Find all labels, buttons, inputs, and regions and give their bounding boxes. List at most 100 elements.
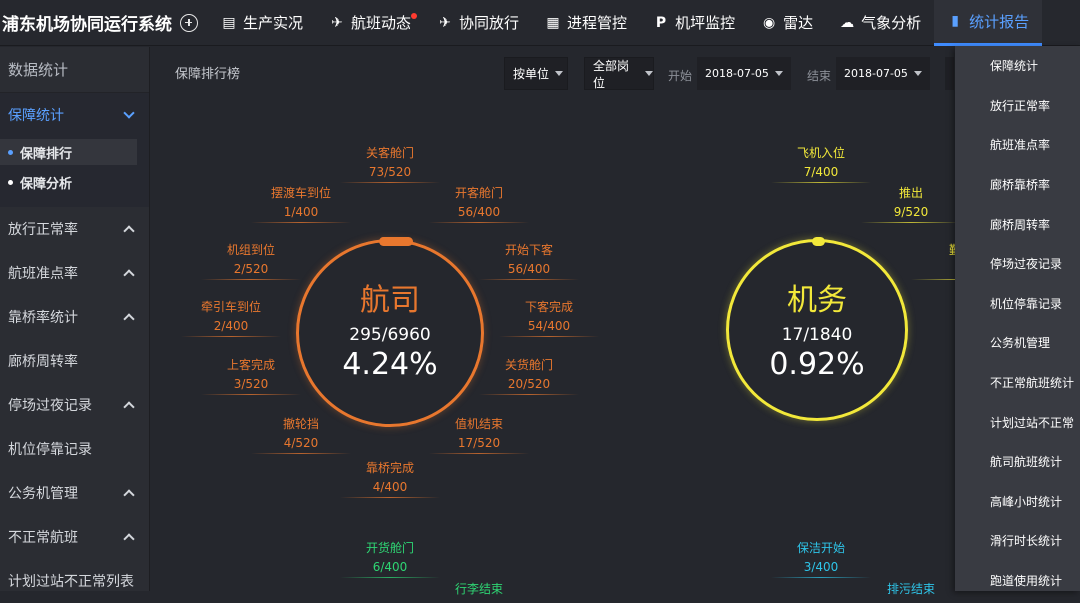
start-date-value: 2018-07-05: [705, 67, 769, 80]
menu-item[interactable]: 放行正常率: [955, 86, 1080, 126]
nav-label: 航班动态: [351, 14, 412, 32]
sidebar-item-label: 停场过夜记录: [8, 398, 92, 414]
menu-item[interactable]: 机位停靠记录: [955, 284, 1080, 324]
sidebar-item-release-rate[interactable]: 放行正常率: [0, 207, 149, 251]
menu-item[interactable]: 航班准点率: [955, 125, 1080, 165]
plane-icon: ✈: [331, 14, 343, 31]
nav-label: 气象分析: [861, 14, 922, 32]
item-name: 关货舱门: [504, 358, 553, 372]
item-name: 行李结束: [454, 582, 503, 596]
airline-item: 靠桥完成 4/400: [340, 460, 440, 498]
item-name: 摆渡车到位: [270, 186, 331, 200]
sidebar-item-label: 公务机管理: [8, 486, 78, 502]
nav-label: 生产实况: [243, 14, 304, 32]
nav-progress-control[interactable]: ▦ 进程管控: [532, 0, 640, 46]
item-underline: [771, 182, 871, 183]
sidebar-item-bridge-rate[interactable]: 靠桥率统计: [0, 295, 149, 339]
item-underline: [201, 279, 301, 280]
menu-item[interactable]: 廊桥周转率: [955, 204, 1080, 244]
add-icon[interactable]: [180, 13, 198, 32]
end-label: 结束: [807, 69, 832, 83]
sidebar-item-label: 靠桥率统计: [8, 310, 78, 326]
sidebar-item-overnight[interactable]: 停场过夜记录: [0, 383, 149, 427]
item-underline: [181, 336, 281, 337]
maintenance-item: 推出 9/520: [861, 185, 961, 223]
nav-collab-release[interactable]: ✈ 协同放行: [424, 0, 532, 46]
sidebar-item-business-jet[interactable]: 公务机管理: [0, 471, 149, 515]
airline-item: 牵引车到位 2/400: [181, 299, 281, 337]
item-name: 值机结束: [454, 417, 503, 431]
statistics-dropdown-menu: 保障统计 放行正常率 航班准点率 廊桥靠桥率 廊桥周转率 停场过夜记录 机位停靠…: [955, 46, 1080, 591]
extra-button[interactable]: [945, 57, 954, 90]
item-name: 牵引车到位: [200, 300, 261, 314]
airline-item: 开客舱门 56/400: [429, 185, 529, 223]
sidebar-item-guarantee-stats[interactable]: 保障统计: [0, 93, 149, 137]
unit-select-value: 按单位: [513, 67, 550, 81]
airline-item: 机组到位 2/520: [201, 242, 301, 280]
sidebar-subitem-label: 保障分析: [20, 176, 73, 192]
sidebar-item-bridge-turnover[interactable]: 廊桥周转率: [0, 339, 149, 383]
sidebar-item-stand-records[interactable]: 机位停靠记录: [0, 427, 149, 471]
nav-radar[interactable]: ◉ 雷达: [748, 0, 826, 46]
item-name: 开客舱门: [454, 186, 503, 200]
maintenance-count: 17/1840: [781, 325, 853, 345]
bullet-icon: [8, 179, 13, 185]
item-name: 撤轮挡: [282, 417, 319, 431]
menu-item[interactable]: 滑行时长统计: [955, 521, 1080, 561]
nav-production[interactable]: ▤ 生产实况: [208, 0, 316, 46]
menu-item[interactable]: 计划过站不正常: [955, 402, 1080, 442]
menu-item[interactable]: 公务机管理: [955, 323, 1080, 363]
chevron-down-icon: [123, 107, 135, 119]
item-value: 4/400: [372, 480, 408, 494]
item-underline: [499, 336, 599, 337]
chevron-up-icon: [123, 489, 135, 501]
item-name: 开始下客: [504, 243, 553, 257]
menu-item[interactable]: 跑道使用统计: [955, 561, 1080, 591]
end-date-picker[interactable]: 2018-07-05: [836, 57, 930, 90]
main-nav: ▤ 生产实况 ✈ 航班动态 ✈ 协同放行 ▦ 进程管控 P 机坪监控 ◉ 雷达 ☁ 气象分析 …: [208, 0, 1043, 46]
post-select[interactable]: 全部岗位: [584, 57, 654, 90]
bar-chart-icon: ▮: [951, 13, 959, 29]
nav-flight-dynamics[interactable]: ✈ 航班动态: [316, 0, 424, 46]
sidebar-subitem-ranking[interactable]: 保障排行: [0, 139, 137, 165]
maintenance-percent: 0.92%: [769, 347, 865, 382]
sidebar-item-transit-irregular[interactable]: 计划过站不正常列表: [0, 559, 149, 603]
airline-item: 摆渡车到位 1/400: [251, 185, 351, 223]
item-name: 飞机入位: [796, 146, 845, 160]
airline-item: 撤轮挡 4/520: [251, 416, 351, 454]
progress-icon: ▦: [546, 14, 560, 31]
item-name: 靠桥完成: [365, 461, 414, 475]
top-nav-bar: 浦东机场协同运行系统 ▤ 生产实况 ✈ 航班动态 ✈ 协同放行 ▦ 进程管控 P 机坪监控…: [0, 0, 1080, 46]
menu-item[interactable]: 高峰小时统计: [955, 482, 1080, 522]
start-date-picker[interactable]: 2018-07-05: [697, 57, 791, 90]
page-title: 保障排行榜: [175, 66, 241, 82]
menu-item[interactable]: 停场过夜记录: [955, 244, 1080, 284]
sidebar-item-label: 计划过站不正常列表: [8, 574, 134, 590]
sidebar-subitem-analysis[interactable]: 保障分析: [0, 169, 137, 195]
nav-statistics-report[interactable]: ▮ 统计报告: [934, 0, 1043, 46]
item-underline: [479, 279, 579, 280]
sidebar-group-active: 保障统计 保障排行 保障分析: [0, 93, 149, 207]
airline-item: 关货舱门 20/520: [479, 357, 579, 395]
menu-item[interactable]: 保障统计: [955, 46, 1080, 86]
sidebar-item-irregular-flights[interactable]: 不正常航班: [0, 515, 149, 559]
chevron-up-icon: [123, 533, 135, 545]
item-value: 1/400: [283, 205, 319, 219]
cleaning-item: 保洁开始 3/400: [771, 540, 871, 578]
nav-apron-monitor[interactable]: P 机坪监控: [640, 0, 748, 46]
menu-item[interactable]: 廊桥靠桥率: [955, 165, 1080, 205]
nav-weather[interactable]: ☁ 气象分析: [826, 0, 934, 46]
airline-item: 关客舱门 73/520: [340, 145, 440, 183]
sidebar-item-ontime-rate[interactable]: 航班准点率: [0, 251, 149, 295]
menu-item[interactable]: 不正常航班统计: [955, 363, 1080, 403]
item-underline: [340, 497, 440, 498]
airline-item: 值机结束 17/520: [429, 416, 529, 454]
item-underline: [771, 577, 871, 578]
airline-summary: 航司 295/6960 4.24%: [296, 275, 484, 382]
airline-count: 295/6960: [349, 325, 431, 345]
item-name: 推出: [898, 186, 923, 200]
unit-select[interactable]: 按单位: [504, 57, 568, 90]
menu-item[interactable]: 航司航班统计: [955, 442, 1080, 482]
item-underline: [429, 453, 529, 454]
end-date-value: 2018-07-05: [844, 67, 908, 80]
